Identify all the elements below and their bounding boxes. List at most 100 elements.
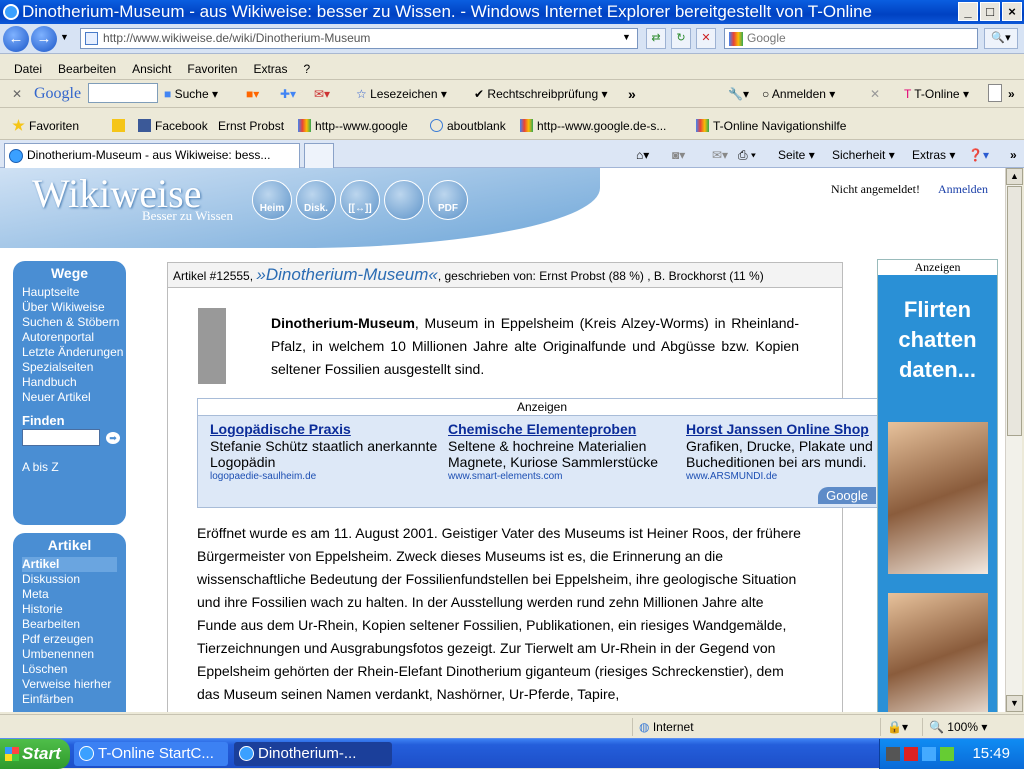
go-arrow-icon[interactable]: ➡	[106, 431, 120, 444]
tray-icon[interactable]	[904, 747, 918, 761]
sidebar-link[interactable]: Hauptseite	[22, 285, 126, 300]
sidebar-link[interactable]: Diskussion	[22, 572, 126, 587]
history-dropdown-icon[interactable]: ▼	[60, 32, 69, 42]
seite-menu[interactable]: Seite ▾	[778, 147, 815, 163]
sicherheit-menu[interactable]: Sicherheit ▾	[832, 147, 895, 163]
sidebar-link[interactable]: Spezialseiten	[22, 360, 126, 375]
sidebar-link[interactable]: Autorenportal	[22, 330, 126, 345]
lesezeichen-button[interactable]: ☆ Lesezeichen ▾	[356, 85, 447, 103]
favoriten-button[interactable]: Favoriten	[12, 118, 79, 134]
fav-ernst-probst[interactable]: Ernst Probst	[218, 118, 284, 134]
a-bis-z-link[interactable]: A bis Z	[22, 460, 126, 475]
scroll-thumb[interactable]	[1007, 186, 1022, 436]
chevron-more-icon[interactable]: »	[1008, 85, 1015, 103]
ad-url[interactable]: logopaedie-saulheim.de	[210, 471, 442, 482]
vertical-scrollbar[interactable]: ▲ ▼	[1005, 168, 1023, 712]
sidebar-link[interactable]: Historie	[22, 602, 126, 617]
google-ads-badge[interactable]: Google	[818, 487, 876, 504]
pdf-button[interactable]: PDF	[428, 180, 468, 220]
help-icon[interactable]: ❓▾	[968, 147, 989, 163]
sidebar-link-active[interactable]: Artikel	[22, 557, 117, 572]
tonline-button[interactable]: T T-Online ▾	[904, 85, 969, 103]
sidebar-link[interactable]: Löschen	[22, 662, 126, 677]
ad-url[interactable]: www.ARSMUNDI.de	[686, 471, 886, 482]
heim-button[interactable]: Heim	[252, 180, 292, 220]
print-icon[interactable]: ⎙ ▾	[738, 147, 756, 163]
rechtschreib-button[interactable]: ✔ Rechtschreibprüfung ▾	[474, 85, 608, 103]
chevron-more-icon[interactable]: »	[1010, 147, 1017, 163]
search-input[interactable]: Google	[724, 28, 978, 49]
ad-title[interactable]: Chemische Elementeproben	[448, 421, 680, 437]
maximize-button[interactable]: □	[980, 2, 1000, 21]
mail-icon[interactable]: ✉▾	[712, 147, 728, 163]
disk-button[interactable]: Disk.	[296, 180, 336, 220]
sidebar-link[interactable]: Verweise hierher	[22, 677, 126, 692]
menu-favoriten[interactable]: Favoriten	[179, 58, 245, 80]
fav-google-de[interactable]: http--www.google.de-s...	[520, 118, 666, 134]
task-tonline[interactable]: T-Online StartC...	[74, 742, 228, 766]
menu-datei[interactable]: Datei	[0, 58, 50, 80]
fav-tonline-nav[interactable]: T-Online Navigationshilfe	[696, 118, 846, 134]
blogger-icon[interactable]: ■▾	[246, 85, 259, 103]
sidebar-link[interactable]: Einfärben	[22, 692, 126, 707]
sidebar-link[interactable]: Suchen & Stöbern	[22, 315, 126, 330]
close-toolbar-icon[interactable]: ✕	[12, 85, 22, 103]
toolbar-misc-icon[interactable]: ✉▾	[314, 85, 330, 103]
finden-input[interactable]	[22, 429, 100, 446]
feeds-icon[interactable]: ◙▾	[672, 147, 685, 163]
close-button[interactable]: ×	[1002, 2, 1022, 21]
link-button[interactable]: [[↔]]	[340, 180, 380, 220]
sidebar-link[interactable]: Pdf erzeugen	[22, 632, 126, 647]
plus-icon[interactable]: ✚▾	[280, 85, 296, 103]
ad-item[interactable]: Horst Janssen Online Shop Grafiken, Druc…	[686, 421, 886, 482]
home-icon[interactable]: ⌂▾	[636, 147, 649, 163]
users-button[interactable]	[384, 180, 424, 220]
anmelden-button[interactable]: ○ Anmelden ▾	[762, 85, 835, 103]
ad-title[interactable]: Logopädische Praxis	[210, 421, 442, 437]
refresh-button[interactable]: ↻	[671, 28, 691, 49]
scroll-down-icon[interactable]: ▼	[1006, 695, 1023, 712]
google-search-input[interactable]	[88, 83, 158, 103]
minimize-button[interactable]: _	[958, 2, 978, 21]
sidebar-link[interactable]: Neuer Artikel	[22, 390, 126, 405]
right-ad-banner[interactable]: Anzeigen Flirten chatten daten...	[877, 259, 998, 712]
fav-facebook[interactable]: Facebook	[138, 118, 208, 134]
login-link[interactable]: Anmelden	[938, 182, 988, 196]
ad-url[interactable]: www.smart-elements.com	[448, 471, 680, 482]
sidebar-link[interactable]: Über Wikiweise	[22, 300, 126, 315]
extras-menu[interactable]: Extras ▾	[912, 147, 955, 163]
back-button[interactable]: ←	[3, 26, 29, 52]
url-input[interactable]: http://www.wikiweise.de/wiki/Dinotherium…	[80, 28, 638, 49]
ad-title[interactable]: Horst Janssen Online Shop	[686, 421, 886, 437]
ad-item[interactable]: Chemische Elementeproben Seltene & hochr…	[448, 421, 680, 482]
sidebar-link[interactable]: Bearbeiten	[22, 617, 126, 632]
tonline-input[interactable]	[988, 84, 1002, 102]
fav-aboutblank[interactable]: aboutblank	[430, 118, 506, 134]
close-tonline-icon[interactable]: ✕	[870, 85, 880, 103]
start-button[interactable]: Start	[0, 739, 70, 769]
stop-button[interactable]: ✕	[696, 28, 716, 49]
protected-mode-icon[interactable]: 🔒▾	[880, 718, 922, 736]
sidebar-link[interactable]: Meta	[22, 587, 126, 602]
scroll-up-icon[interactable]: ▲	[1006, 168, 1023, 185]
menu-help[interactable]: ?	[295, 58, 318, 80]
compat-view-button[interactable]: ⇄	[646, 28, 666, 49]
sidebar-link[interactable]: Letzte Änderungen	[22, 345, 126, 360]
tab-dinotherium[interactable]: Dinotherium-Museum - aus Wikiweise: bess…	[4, 143, 300, 168]
zoom-control[interactable]: 🔍 100% ▾	[922, 718, 1018, 736]
add-favorite-icon[interactable]	[112, 118, 129, 134]
menu-bearbeiten[interactable]: Bearbeiten	[50, 58, 124, 80]
fav-google[interactable]: http--www.google	[298, 118, 408, 134]
tray-icon[interactable]	[922, 747, 936, 761]
new-tab-button[interactable]	[304, 143, 334, 168]
task-dinotherium[interactable]: Dinotherium-...	[234, 742, 392, 766]
url-dropdown-icon[interactable]: ▼	[622, 32, 631, 42]
sidebar-link[interactable]: Handbuch	[22, 375, 126, 390]
menu-ansicht[interactable]: Ansicht	[124, 58, 179, 80]
sidebar-link[interactable]: Umbenennen	[22, 647, 126, 662]
tray-icon[interactable]	[940, 747, 954, 761]
ad-item[interactable]: Logopädische Praxis Stefanie Schütz staa…	[210, 421, 442, 482]
menu-extras[interactable]: Extras	[245, 58, 295, 80]
wrench-icon[interactable]: 🔧▾	[728, 85, 749, 103]
suche-button[interactable]: ■ Suche ▾	[164, 85, 218, 103]
